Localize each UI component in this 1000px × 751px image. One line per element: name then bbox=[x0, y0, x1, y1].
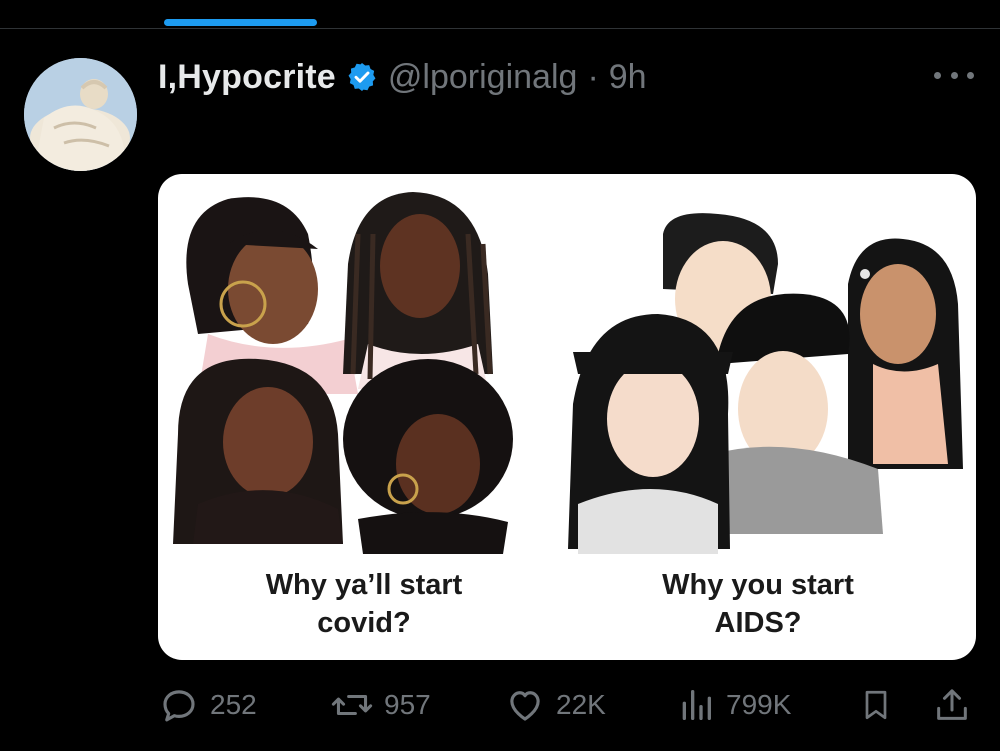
views-button[interactable]: 799K bbox=[676, 680, 791, 730]
repost-count: 957 bbox=[384, 689, 431, 720]
avatar[interactable] bbox=[24, 58, 137, 171]
more-icon[interactable] bbox=[934, 60, 974, 90]
reply-icon bbox=[163, 690, 195, 722]
caption-right: Why you start AIDS? bbox=[662, 569, 854, 639]
post-image[interactable]: Why ya’ll start covid? Why you start AID… bbox=[158, 174, 976, 660]
active-tab-indicator bbox=[164, 19, 317, 26]
like-icon bbox=[510, 691, 540, 721]
repost-button[interactable]: 957 bbox=[330, 680, 431, 730]
like-count: 22K bbox=[556, 689, 606, 720]
display-name[interactable]: I,Hypocrite bbox=[158, 58, 336, 97]
share-icon bbox=[937, 689, 967, 720]
repost-icon bbox=[331, 695, 373, 715]
post-header: I,Hypocrite @lporiginalg · 9h bbox=[158, 52, 647, 102]
separator-dot: · bbox=[587, 57, 599, 96]
views-icon bbox=[682, 690, 711, 720]
statue-avatar-image bbox=[24, 58, 137, 171]
post-time[interactable]: 9h bbox=[609, 58, 647, 97]
bookmark-button[interactable] bbox=[858, 680, 894, 730]
right-group-illustration bbox=[568, 213, 963, 554]
handle[interactable]: @lporiginalg bbox=[388, 58, 578, 97]
top-tab-bar bbox=[0, 0, 1000, 29]
action-bar: 252 957 22K 799K bbox=[158, 680, 978, 730]
share-button[interactable] bbox=[932, 680, 972, 730]
verified-badge-icon[interactable] bbox=[346, 61, 378, 93]
view-count: 799K bbox=[726, 689, 792, 720]
bookmark-icon bbox=[865, 690, 887, 720]
caption-left: Why ya’ll start covid? bbox=[265, 569, 463, 639]
like-button[interactable]: 22K bbox=[504, 680, 606, 730]
reply-button[interactable]: 252 bbox=[158, 680, 257, 730]
reply-count: 252 bbox=[210, 689, 257, 720]
left-group-illustration bbox=[173, 192, 513, 554]
